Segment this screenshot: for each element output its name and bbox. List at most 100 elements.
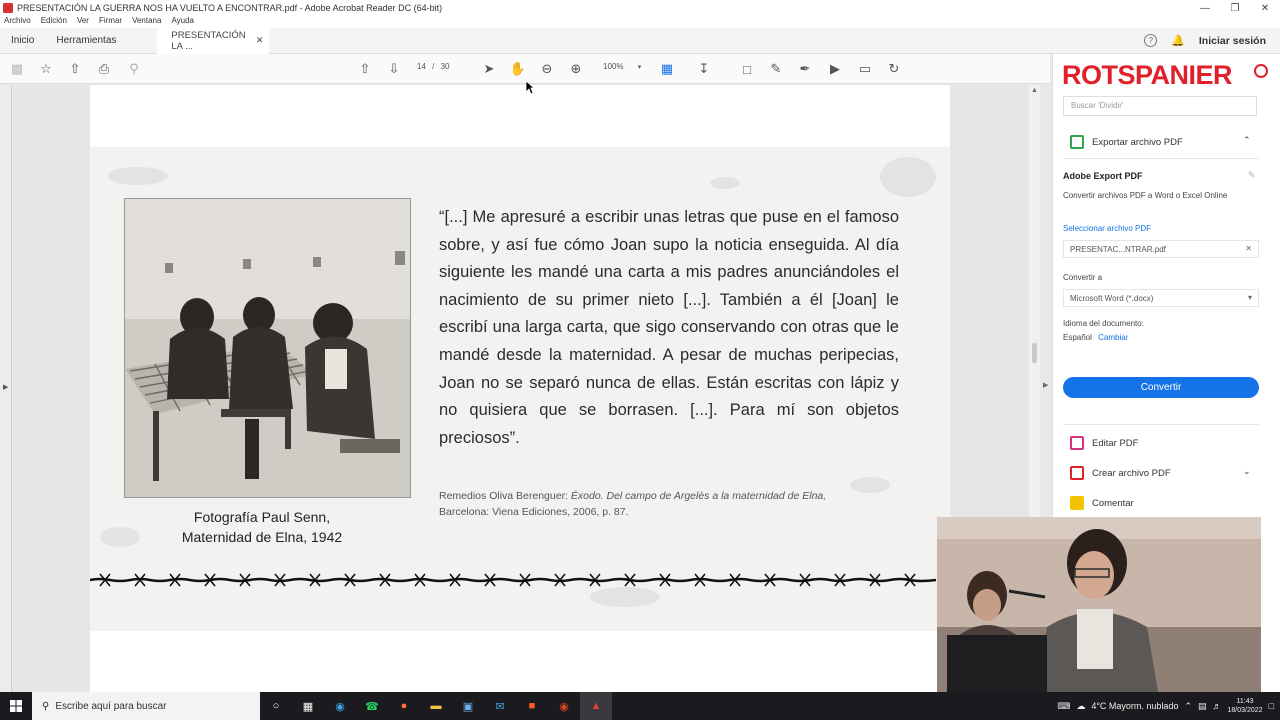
rotate-icon[interactable]: ↻ [885,60,903,78]
citation-author: Remedios Oliva Berenguer: [439,490,568,502]
acrobat-taskbar-icon[interactable]: ▲ [580,692,612,720]
previous-page-icon[interactable]: ⇧ [356,60,374,78]
delete-icon[interactable]: ▭ [856,60,874,78]
windows-logo-icon [10,700,22,712]
webcam-video-overlay [937,517,1261,697]
scroll-up-icon[interactable]: ▲ [1031,87,1038,94]
star-icon[interactable]: ☆ [37,60,55,78]
search-icon[interactable]: ⚲ [125,60,143,78]
menu-archivo[interactable]: Archivo [4,16,31,28]
create-pdf-tool[interactable]: Crear archivo PDF [1070,466,1171,480]
menu-bar: Archivo Edición Ver Firmar Ventana Ayuda [0,16,1280,28]
clock[interactable]: 11:43 18/03/2022 [1228,697,1263,715]
windows-start-button[interactable] [0,692,32,720]
language-row: Español Cambiar [1063,333,1128,342]
expand-chevron-icon[interactable]: ⌄ [1243,466,1251,477]
window-title-bar: PRESENTACIÓN LA GUERRA NOS HA VUELTO A E… [0,0,1280,16]
caption-line-1: Fotografía Paul Senn, [193,509,331,525]
powerpoint-icon[interactable]: ◉ [548,692,580,720]
clear-file-icon[interactable]: ✕ [1245,244,1252,253]
help-icon[interactable]: ? [1144,34,1158,47]
menu-edicion[interactable]: Edición [41,16,67,28]
current-page[interactable]: 14 [417,62,426,71]
search-icon: ⚲ [42,700,50,712]
tab-tools[interactable]: Herramientas [45,28,127,54]
convert-button[interactable]: Convertir [1063,377,1259,398]
bell-icon[interactable]: 🔔 [1171,34,1185,47]
comment-label: Comentar [1092,497,1134,509]
restore-icon[interactable]: ❐ [1220,0,1250,16]
tools-search-input[interactable]: Buscar 'Dividir' [1063,96,1257,116]
share-icon[interactable]: ▶ [826,60,844,78]
print-icon[interactable]: ⎙ [95,60,113,78]
collapse-chevron-icon[interactable]: ⌃ [1243,135,1251,146]
menu-ayuda[interactable]: Ayuda [171,16,194,28]
collapse-right-pane-icon[interactable]: ▶ [1043,381,1048,389]
illustrator-icon[interactable]: ■ [516,692,548,720]
network-icon[interactable]: ▤ [1198,701,1207,712]
cortana-icon[interactable]: ○ [260,692,292,720]
zoom-select[interactable]: 100% ▾ [603,62,641,71]
selected-file-field[interactable]: PRESENTAC...NTRAR.pdf ✕ [1063,240,1259,258]
taskbar-search-input[interactable]: ⚲ Escribe aquí para buscar [32,692,260,720]
minimize-icon[interactable]: — [1190,0,1220,16]
save-icon[interactable]: ▩ [8,60,26,78]
comment-tool[interactable]: Comentar [1070,496,1134,510]
tab-home[interactable]: Inicio [0,28,45,54]
taskbar-search-placeholder: Escribe aquí para buscar [55,700,167,712]
menu-ver[interactable]: Ver [77,16,89,28]
acrobat-app-icon [3,3,13,13]
window-title: PRESENTACIÓN LA GUERRA NOS HA VUELTO A E… [17,3,443,13]
upload-icon[interactable]: ⇧ [66,60,84,78]
sign-in-button[interactable]: Iniciar sesión [1199,35,1266,47]
chevron-down-icon: ▾ [637,64,642,71]
info-icon[interactable]: ✎ [1248,170,1256,181]
total-pages: 30 [440,62,450,71]
selected-file-name: PRESENTAC...NTRAR.pdf [1070,245,1166,254]
menu-firmar[interactable]: Firmar [99,16,122,28]
file-explorer-icon[interactable]: ▬ [420,692,452,720]
mail-icon[interactable]: ✉ [484,692,516,720]
notification-icon[interactable]: □ [1269,701,1274,711]
edit-pdf-tool[interactable]: Editar PDF [1070,436,1138,450]
page-fit-icon[interactable]: ▦ [658,60,676,78]
scrollbar-thumb[interactable] [1032,343,1037,363]
zoom-in-icon[interactable]: ⊕ [567,60,585,78]
logo-mark-icon [1254,64,1268,78]
weather-text[interactable]: 4°C Mayorm. nublado [1091,701,1178,711]
convert-format-select[interactable]: Microsoft Word (*.docx) ▾ [1063,289,1259,307]
export-pdf-header[interactable]: Exportar archivo PDF [1070,135,1183,149]
keyboard-icon[interactable]: ⌨ [1057,701,1070,712]
edge-icon[interactable]: ◉ [324,692,356,720]
select-cursor-icon[interactable]: ➤ [480,60,498,78]
zoom-out-icon[interactable]: ⊖ [538,60,556,78]
convert-to-label: Convertir a [1063,273,1103,282]
clock-time: 11:43 [1236,698,1254,705]
tab-close-icon[interactable]: ✕ [256,35,264,46]
next-page-icon[interactable]: ⇩ [385,60,403,78]
store-icon[interactable]: ▣ [452,692,484,720]
tab-document-label: PRESENTACIÓN LA ... [171,29,246,52]
tray-chevron-icon[interactable]: ⌃ [1184,701,1192,712]
task-view-icon[interactable]: ▦ [292,692,324,720]
left-panel-rail[interactable]: ▶ [0,85,12,692]
volume-icon[interactable]: ♬ [1213,701,1222,711]
change-language-link[interactable]: Cambiar [1098,333,1128,342]
menu-ventana[interactable]: Ventana [132,16,161,28]
comment-icon[interactable]: □ [738,60,756,78]
close-icon[interactable]: ✕ [1250,0,1280,16]
page-indicator[interactable]: 14 / 30 [417,62,450,71]
highlight-pen-icon[interactable]: ✎ [767,60,785,78]
expand-left-panel-icon[interactable]: ▶ [3,383,8,391]
mouse-cursor-icon [525,80,535,95]
tab-document[interactable]: PRESENTACIÓN LA ... ✕ [157,27,270,54]
scroll-mode-icon[interactable]: ↧ [695,60,713,78]
firefox-icon[interactable]: ● [388,692,420,720]
hand-tool-icon[interactable]: ✋ [509,60,527,78]
sign-icon[interactable]: ✒ [796,60,814,78]
quote-text: “[...] Me apresuré a escribir unas letra… [439,208,899,447]
weather-icon[interactable]: ☁ [1076,701,1085,712]
whatsapp-icon[interactable]: ☎ [356,692,388,720]
divider [1063,424,1259,425]
photo-illustration [125,199,410,497]
